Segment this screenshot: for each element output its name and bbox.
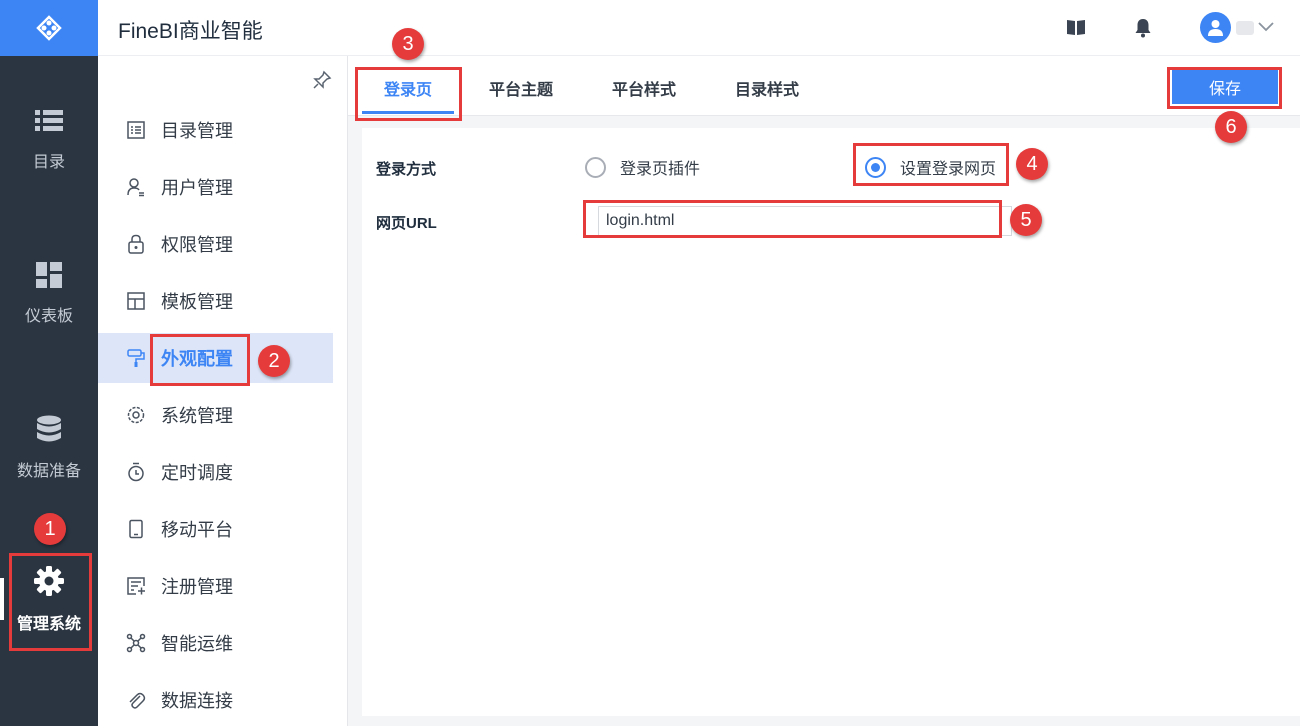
submenu-label: 权限管理 bbox=[161, 235, 233, 255]
submenu-item-ops[interactable]: 智能运维 bbox=[98, 618, 333, 668]
step-badge: 5 bbox=[1010, 204, 1042, 236]
user-icon bbox=[1208, 20, 1223, 36]
bell-icon[interactable] bbox=[1134, 18, 1152, 38]
radio-circle[interactable] bbox=[585, 156, 606, 178]
step-badge: 4 bbox=[1016, 148, 1048, 180]
logo-icon bbox=[36, 15, 62, 41]
tab-platform-theme[interactable]: 平台主题 bbox=[489, 76, 553, 100]
nav-item-catalog[interactable]: 目录 bbox=[0, 108, 98, 172]
submenu-item-appearance[interactable]: 外观配置 bbox=[98, 333, 333, 383]
step-badge: 2 bbox=[258, 345, 290, 377]
submenu-label: 注册管理 bbox=[161, 577, 233, 597]
url-label: 网页URL bbox=[376, 215, 437, 232]
submenu-label: 外观配置 bbox=[161, 349, 233, 369]
top-bar: FineBI商业智能 bbox=[98, 0, 1300, 56]
nav-item-label: 仪表板 bbox=[24, 308, 73, 325]
radio-label: 登录页插件 bbox=[620, 161, 701, 178]
book-icon[interactable] bbox=[1066, 18, 1086, 36]
database-icon bbox=[37, 415, 61, 442]
user-icon bbox=[127, 178, 144, 197]
settings-icon bbox=[127, 406, 145, 424]
username bbox=[1236, 21, 1254, 35]
submenu-label: 定时调度 bbox=[161, 463, 233, 483]
submenu-label: 移动平台 bbox=[161, 520, 233, 540]
submenu-label: 智能运维 bbox=[161, 634, 233, 654]
app-title: FineBI商业智能 bbox=[118, 20, 263, 43]
paperclip-icon bbox=[129, 692, 146, 709]
left-nav: 目录 仪表板 数据准备 管理系统 bbox=[0, 0, 98, 726]
submenu-label: 系统管理 bbox=[161, 406, 233, 426]
submenu-label: 用户管理 bbox=[161, 178, 233, 198]
pin-icon[interactable] bbox=[312, 70, 332, 90]
nav-item-label: 管理系统 bbox=[16, 616, 81, 633]
step-badge: 1 bbox=[34, 513, 66, 545]
register-icon bbox=[127, 577, 145, 595]
admin-submenu: 目录管理 用户管理 权限管理 模板管理 外观配置 系统管理 定时调度 移动平台 … bbox=[98, 56, 348, 726]
submenu-label: 数据连接 bbox=[161, 691, 233, 711]
nav-item-label: 目录 bbox=[32, 154, 65, 171]
radio-circle[interactable] bbox=[865, 156, 886, 178]
tab-bar: 登录页 平台主题 平台样式 目录样式 保存 bbox=[348, 56, 1300, 116]
active-tab-underline bbox=[362, 111, 454, 114]
submenu-item-templates[interactable]: 模板管理 bbox=[98, 276, 333, 326]
list-icon bbox=[35, 110, 63, 131]
submenu-item-connection[interactable]: 数据连接 bbox=[98, 675, 333, 725]
step-badge: 6 bbox=[1215, 111, 1247, 143]
submenu-label: 目录管理 bbox=[161, 121, 233, 141]
radio-label: 设置登录网页 bbox=[900, 161, 997, 178]
submenu-item-schedule[interactable]: 定时调度 bbox=[98, 447, 333, 497]
submenu-label: 模板管理 bbox=[161, 292, 233, 312]
submenu-item-catalog[interactable]: 目录管理 bbox=[98, 105, 333, 155]
save-button[interactable]: 保存 bbox=[1172, 70, 1278, 104]
login-settings-panel: 登录方式 登录页插件 设置登录网页 网页URL bbox=[362, 128, 1300, 716]
gear-icon bbox=[34, 566, 64, 596]
chevron-down-icon[interactable] bbox=[1258, 22, 1274, 32]
content-area: 登录页 平台主题 平台样式 目录样式 保存 登录方式 登录页插件 设置登录网页 … bbox=[348, 56, 1300, 726]
paint-roller-icon bbox=[127, 349, 145, 367]
catalog-icon bbox=[127, 121, 145, 139]
template-icon bbox=[127, 292, 145, 310]
timer-icon bbox=[128, 462, 144, 482]
url-input[interactable] bbox=[598, 206, 1012, 236]
avatar[interactable] bbox=[1200, 12, 1231, 43]
radio-custom-login-page[interactable]: 设置登录网页 bbox=[865, 155, 996, 179]
nav-item-data-prep[interactable]: 数据准备 bbox=[0, 415, 98, 481]
nav-item-admin[interactable]: 管理系统 bbox=[0, 566, 98, 634]
radio-login-plugin[interactable]: 登录页插件 bbox=[585, 155, 700, 179]
submenu-item-users[interactable]: 用户管理 bbox=[98, 162, 333, 212]
submenu-item-register[interactable]: 注册管理 bbox=[98, 561, 333, 611]
submenu-item-system[interactable]: 系统管理 bbox=[98, 390, 333, 440]
mobile-icon bbox=[129, 519, 143, 539]
nav-item-label: 数据准备 bbox=[16, 463, 81, 480]
submenu-item-permissions[interactable]: 权限管理 bbox=[98, 219, 333, 269]
app-logo[interactable] bbox=[0, 0, 98, 56]
tab-login-page[interactable]: 登录页 bbox=[384, 76, 432, 100]
submenu-item-mobile[interactable]: 移动平台 bbox=[98, 504, 333, 554]
tab-platform-style[interactable]: 平台样式 bbox=[612, 76, 676, 100]
lock-icon bbox=[128, 234, 144, 254]
tab-catalog-style[interactable]: 目录样式 bbox=[735, 76, 799, 100]
login-method-label: 登录方式 bbox=[376, 161, 437, 178]
step-badge: 3 bbox=[392, 28, 424, 60]
network-icon bbox=[126, 633, 146, 653]
dashboard-icon bbox=[36, 262, 62, 288]
nav-item-dashboard[interactable]: 仪表板 bbox=[0, 262, 98, 326]
